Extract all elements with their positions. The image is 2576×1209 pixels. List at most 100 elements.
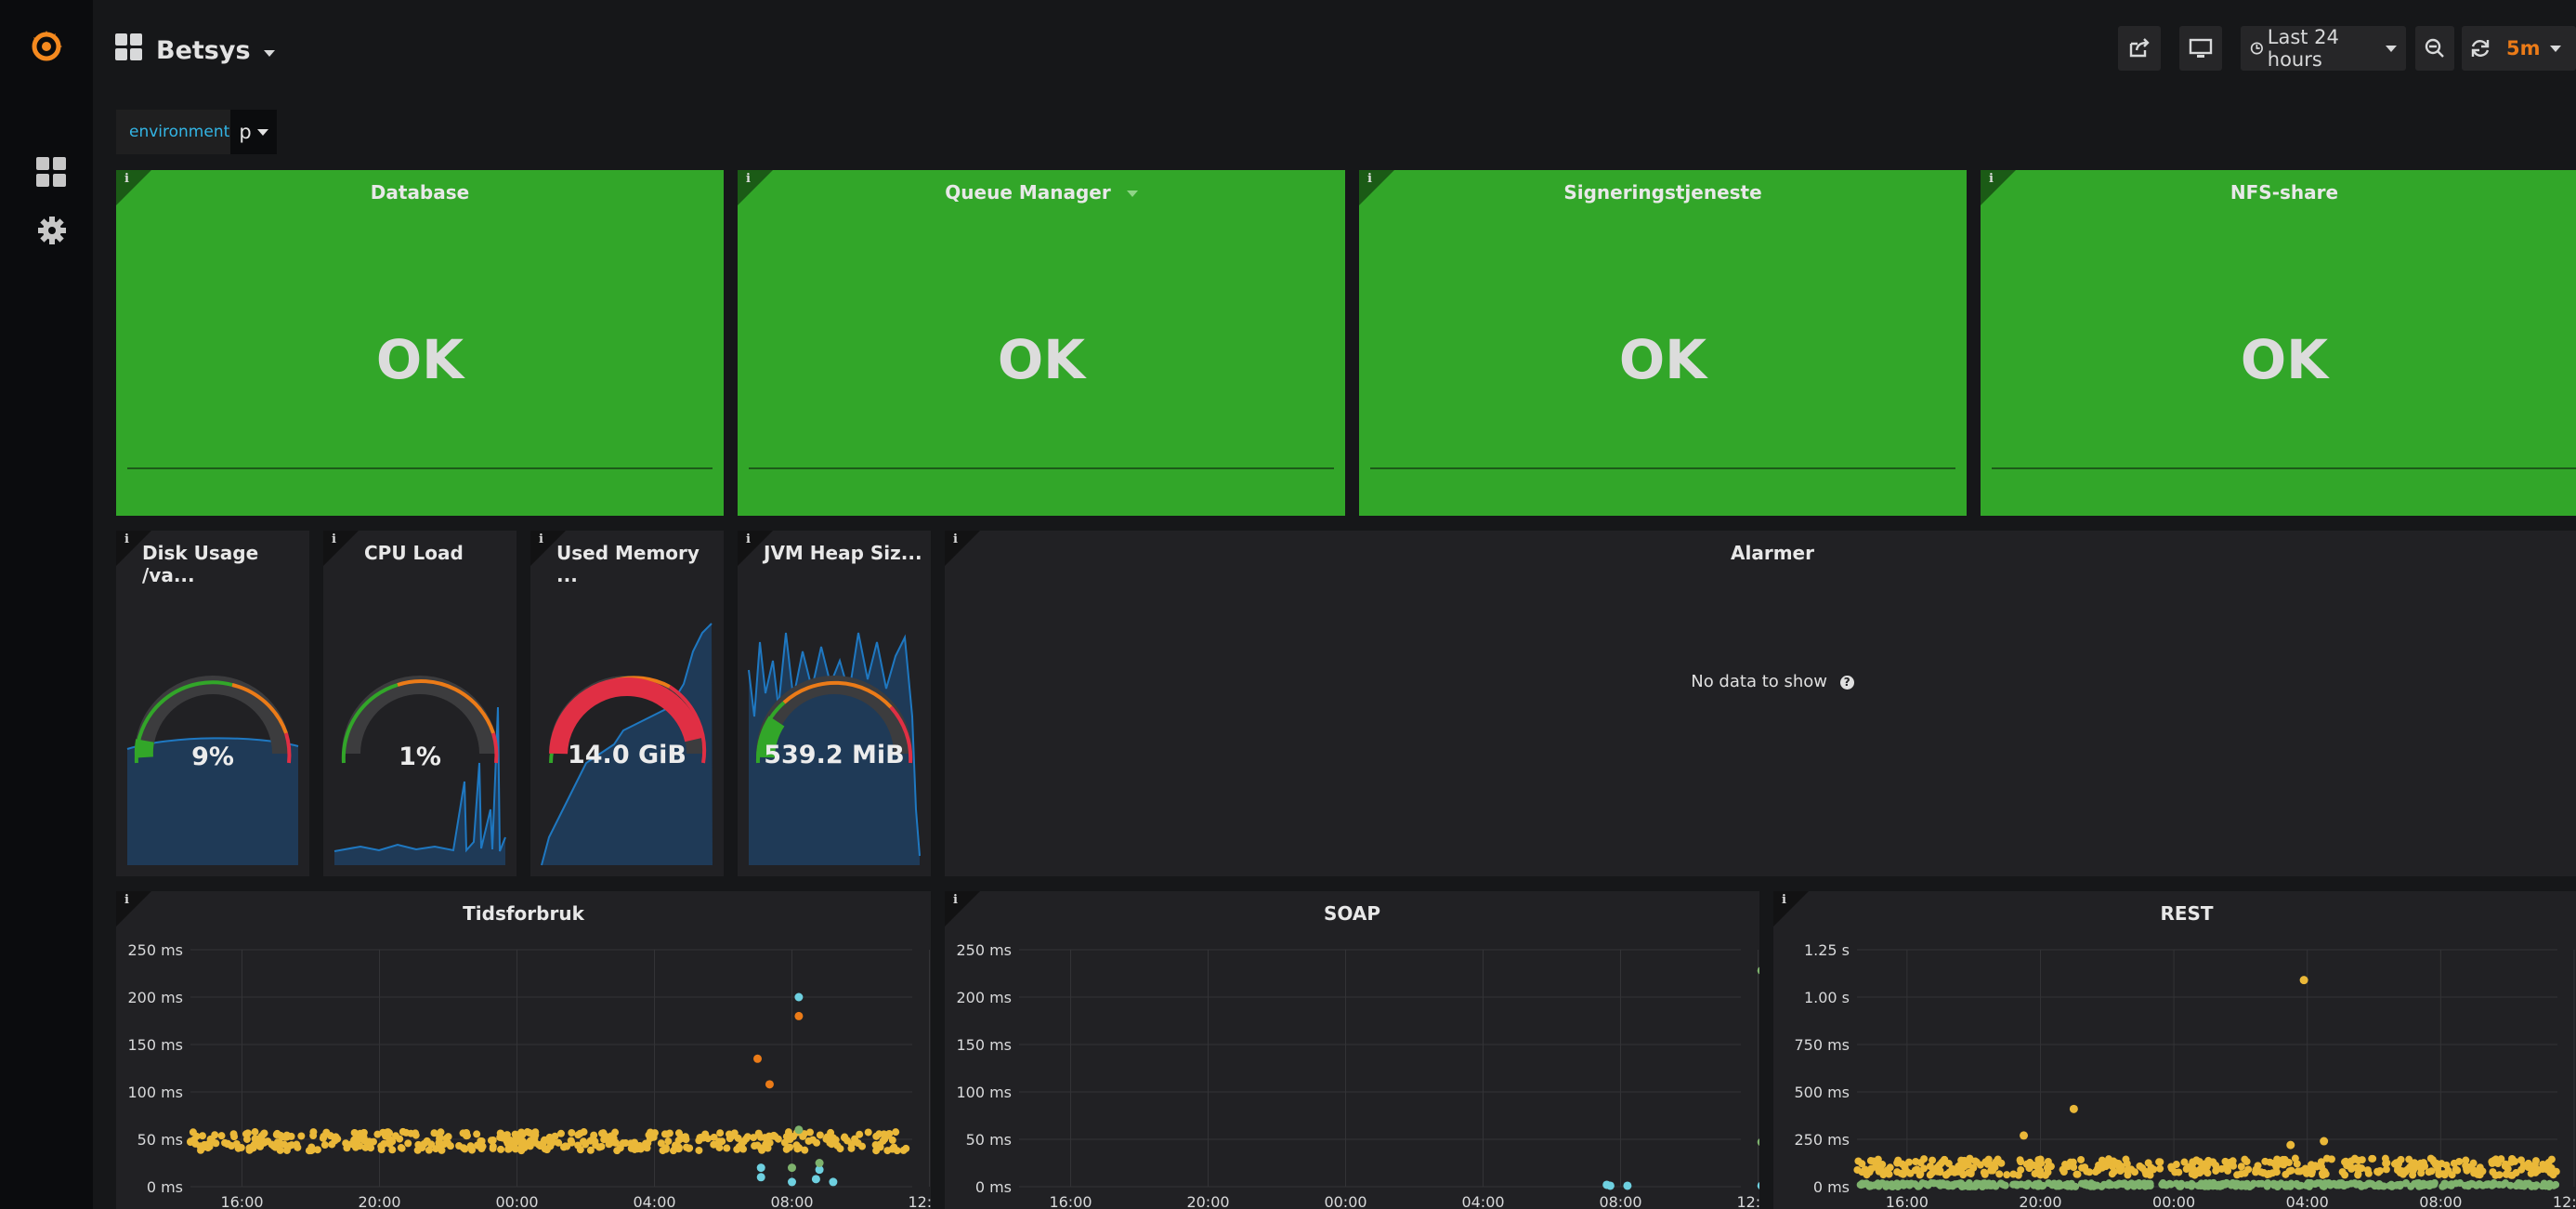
data-point	[660, 1130, 669, 1138]
data-point	[2286, 1140, 2295, 1150]
status-panel-queue-manager[interactable]: i Queue Manager OK	[738, 170, 1345, 516]
dashboard-title: Betsys	[156, 36, 251, 65]
data-point	[782, 1145, 791, 1153]
data-point	[2233, 1171, 2242, 1179]
configuration-gear-icon[interactable]	[37, 216, 67, 245]
data-point	[1959, 1171, 1968, 1179]
data-point	[2077, 1155, 2086, 1163]
gauge-panel-used-memory[interactable]: i Used Memory ... 14.0 GiB	[530, 531, 724, 876]
data-point	[2502, 1160, 2510, 1168]
sparkline	[749, 467, 1334, 469]
chevron-down-icon	[263, 50, 275, 57]
panel-title[interactable]: Queue Manager	[738, 181, 1345, 204]
data-point	[2321, 1180, 2330, 1189]
data-point	[2247, 1181, 2256, 1189]
share-button[interactable]	[2118, 26, 2161, 71]
variable-value: p	[239, 121, 252, 143]
sparkline	[1370, 467, 1955, 469]
data-point	[2045, 1179, 2053, 1188]
graph-panel-soap[interactable]: i SOAP 250 ms 200 ms 150 ms 100 ms 50 ms 0 ms…	[945, 891, 1759, 1209]
data-point	[496, 1129, 504, 1137]
data-point	[1903, 1180, 1912, 1189]
gauge-chart	[541, 623, 713, 866]
status-panel-database[interactable]: i Database OK	[116, 170, 724, 516]
status-panel-nfs-share[interactable]: i NFS-share OK	[1981, 170, 2576, 516]
dashboards-icon[interactable]	[35, 156, 67, 188]
scatter-chart: 1.25 s 1.00 s 750 ms 500 ms 250 ms 0 ms 16:00 2…	[1794, 941, 2576, 1209]
panel-title[interactable]: Alarmer	[945, 542, 2576, 564]
graph-panel-tidsforbruk[interactable]: i Tidsforbruk 250 ms 200 ms 150 ms 100 ms 50…	[116, 891, 931, 1209]
variable-label-environment: environment	[116, 110, 243, 154]
panel-menu-caret-icon[interactable]	[1126, 191, 1138, 197]
data-point	[2095, 1161, 2103, 1169]
chevron-down-icon	[2386, 45, 2397, 52]
time-range-picker[interactable]: Last 24 hours	[2241, 26, 2406, 71]
data-point	[758, 1146, 766, 1154]
panel-title[interactable]: NFS-share	[1981, 181, 2576, 204]
gauge-panel-cpu-load[interactable]: i CPU Load 1%	[323, 531, 517, 876]
data-point	[716, 1129, 725, 1137]
data-point	[2435, 1170, 2443, 1178]
refresh-picker[interactable]: 5m	[2462, 26, 2576, 71]
gauge-panel-disk-usage[interactable]: i Disk Usage /va... 9%	[116, 531, 309, 876]
data-point	[228, 1142, 236, 1150]
data-point	[2022, 1182, 2031, 1190]
zoom-out-button[interactable]	[2415, 26, 2454, 71]
data-point	[539, 1138, 547, 1147]
data-point	[2322, 1154, 2331, 1163]
data-point	[333, 1135, 342, 1143]
data-point	[1991, 1163, 1999, 1172]
data-point	[788, 1177, 796, 1187]
data-point	[669, 1147, 677, 1155]
data-point	[2383, 1159, 2391, 1167]
data-point	[251, 1128, 259, 1137]
data-point	[2069, 1104, 2078, 1113]
question-circle-icon[interactable]: ?	[1839, 675, 1854, 690]
gauge-panel-jvm-heap[interactable]: i JVM Heap Siz... 539.2 MiB	[738, 531, 931, 876]
dashboard-picker[interactable]: Betsys	[115, 33, 275, 68]
data-point	[2003, 1171, 2011, 1179]
data-point	[816, 1131, 824, 1139]
data-point	[463, 1132, 471, 1140]
data-point	[297, 1132, 306, 1140]
data-point	[2529, 1181, 2537, 1189]
cycle-view-mode-button[interactable]	[2179, 26, 2222, 71]
data-point	[829, 1177, 838, 1187]
panel-title[interactable]: Database	[116, 181, 724, 204]
data-point	[2142, 1182, 2151, 1190]
data-point	[1941, 1155, 1949, 1163]
variable-select-environment[interactable]: p	[230, 110, 277, 154]
grafana-logo-icon[interactable]	[28, 28, 65, 65]
status-value: OK	[2240, 328, 2329, 391]
data-point	[586, 1137, 595, 1145]
data-point	[399, 1127, 407, 1136]
data-point	[356, 1129, 364, 1137]
data-point	[2054, 1180, 2062, 1189]
data-point	[245, 1144, 254, 1152]
data-point	[580, 1137, 588, 1146]
data-point	[2426, 1179, 2435, 1188]
data-point	[2196, 1169, 2204, 1177]
x-tick-label: 20:00	[1186, 1193, 1229, 1209]
data-point	[2482, 1180, 2491, 1189]
data-point	[2476, 1171, 2484, 1179]
graph-panel-rest[interactable]: i REST 1.25 s 1.00 s 750 ms 500 ms 250 ms 0 m…	[1773, 891, 2576, 1209]
data-point	[685, 1144, 693, 1152]
panel-title[interactable]: Signeringstjeneste	[1359, 181, 1967, 204]
data-point	[511, 1130, 519, 1138]
data-point	[2330, 1179, 2338, 1188]
status-panel-signeringstjeneste[interactable]: i Signeringstjeneste OK	[1359, 170, 1967, 516]
alarm-list-panel[interactable]: i Alarmer No data to show ?	[945, 531, 2576, 876]
data-point	[2188, 1179, 2196, 1188]
data-point	[2287, 1166, 2295, 1175]
top-navbar: Betsys Last 24 hours 5m	[93, 0, 2576, 97]
data-point	[2115, 1179, 2124, 1188]
y-tick-label: 500 ms	[1794, 1084, 1850, 1101]
data-point	[2511, 1157, 2519, 1165]
data-point	[526, 1141, 534, 1150]
data-point	[2009, 1170, 2018, 1178]
y-tick-label: 1.25 s	[1804, 941, 1850, 959]
data-point	[811, 1175, 820, 1184]
data-point	[804, 1137, 813, 1145]
monitor-icon	[2189, 38, 2213, 58]
